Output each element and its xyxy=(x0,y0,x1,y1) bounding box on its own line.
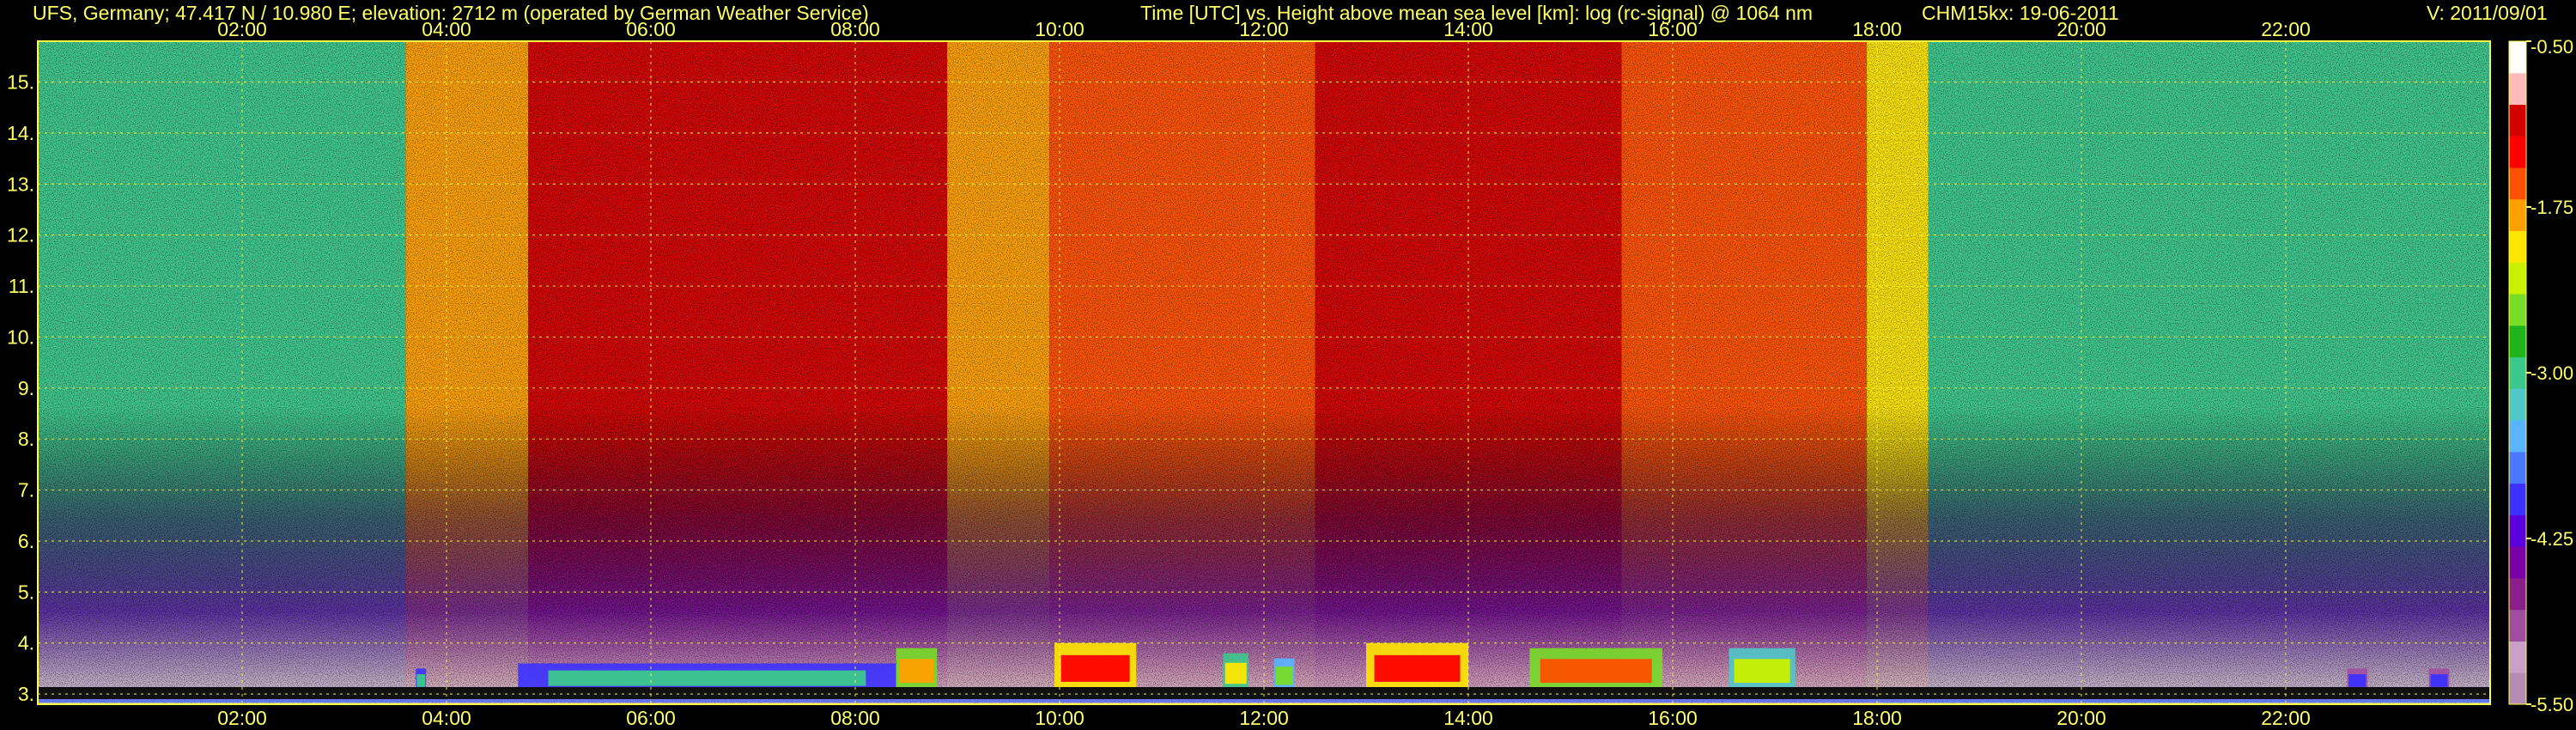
aerosol-layer-core xyxy=(1275,666,1293,685)
x-tick-label-bottom: 06:00 xyxy=(626,707,676,729)
colorbar-swatch xyxy=(2509,104,2526,137)
aerosol-layer-core xyxy=(2348,674,2366,687)
x-tick-label-bottom: 12:00 xyxy=(1239,707,1289,729)
y-tick-label: 14. xyxy=(7,122,34,144)
colorbar-swatch xyxy=(2509,420,2526,453)
x-tick-label-top: 04:00 xyxy=(422,18,471,40)
colorbar-swatch xyxy=(2509,167,2526,200)
aerosol-layer-core xyxy=(1734,659,1790,684)
y-tick-label: 11. xyxy=(9,275,34,297)
y-tick-label: 10. xyxy=(7,325,34,348)
y-tick-label: 15. xyxy=(7,71,34,94)
colorbar-swatch xyxy=(2509,294,2526,326)
x-tick-label-bottom: 18:00 xyxy=(1852,707,1902,729)
x-tick-label-top: 22:00 xyxy=(2261,18,2311,40)
colorbar-tick-label: -0.50 xyxy=(2530,36,2573,58)
colorbar-tick-label: -5.50 xyxy=(2530,694,2573,715)
x-tick-label-top: 18:00 xyxy=(1852,18,1902,40)
aerosol-layer-core xyxy=(1540,659,1652,684)
aerosol-layer-core xyxy=(899,659,934,684)
colorbar-swatch xyxy=(2509,672,2526,705)
x-tick-label-bottom: 22:00 xyxy=(2261,707,2311,729)
colorbar-swatch xyxy=(2509,136,2526,168)
ceilometer-chart: 02:00 02:00 04:00 04:00 06:00 06:00 08:00 08:00… xyxy=(7,18,2573,729)
x-tick-label-bottom: 08:00 xyxy=(830,707,880,729)
y-tick-label: 12. xyxy=(7,224,34,246)
y-tick-label: 6. xyxy=(18,530,34,552)
x-tick-label-top: 02:00 xyxy=(217,18,267,40)
colorbar-swatch xyxy=(2509,609,2526,642)
aerosol-layer-core xyxy=(416,674,426,687)
colorbar-tick-label: -4.25 xyxy=(2530,528,2573,550)
aerosol-layer-core xyxy=(1374,654,1461,682)
x-tick-label-top: 14:00 xyxy=(1443,18,1493,40)
colorbar-swatch xyxy=(2509,356,2526,389)
x-tick-label-bottom: 20:00 xyxy=(2057,707,2106,729)
aerosol-layer-core xyxy=(548,670,866,686)
aerosol-layer-core xyxy=(2430,674,2448,687)
y-tick-label: 9. xyxy=(18,377,34,399)
x-tick-label-top: 20:00 xyxy=(2057,18,2106,40)
colorbar-swatch xyxy=(2509,577,2526,611)
x-tick-label-top: 06:00 xyxy=(626,18,676,40)
y-tick-label: 7. xyxy=(18,479,34,502)
colorbar-swatch xyxy=(2509,514,2526,547)
x-tick-label-top: 10:00 xyxy=(1035,18,1084,40)
colorbar-swatch xyxy=(2509,451,2526,484)
x-tick-label-bottom: 10:00 xyxy=(1035,707,1084,729)
colorbar-swatch xyxy=(2509,72,2526,106)
colorbar-swatch xyxy=(2509,546,2526,579)
colorbar-swatch xyxy=(2509,483,2526,515)
aerosol-layer-core xyxy=(1060,654,1130,682)
colorbar-swatch xyxy=(2509,198,2526,232)
x-tick-label-bottom: 02:00 xyxy=(217,707,267,729)
colorbar-swatch xyxy=(2509,262,2526,295)
colorbar-swatch xyxy=(2509,388,2526,421)
x-tick-label-bottom: 16:00 xyxy=(1648,707,1698,729)
colorbar-swatch xyxy=(2509,230,2526,263)
x-tick-label-top: 12:00 xyxy=(1239,18,1289,40)
y-tick-label: 4. xyxy=(18,632,34,654)
y-tick-label: 3. xyxy=(18,683,34,705)
x-tick-label-top: 16:00 xyxy=(1648,18,1698,40)
x-tick-label-bottom: 14:00 xyxy=(1443,707,1493,729)
y-tick-label: 13. xyxy=(7,173,34,195)
colorbar-swatch xyxy=(2509,41,2526,74)
x-tick-label-top: 08:00 xyxy=(830,18,880,40)
y-tick-label: 8. xyxy=(18,428,34,450)
colorbar-swatch xyxy=(2509,325,2526,358)
colorbar-tick-label: -1.75 xyxy=(2530,197,2573,218)
colorbar-tick-label: -3.00 xyxy=(2530,362,2573,384)
x-tick-label-bottom: 04:00 xyxy=(422,707,471,729)
y-tick-label: 5. xyxy=(18,581,34,603)
aerosol-layer-core xyxy=(1224,662,1247,684)
colorbar-swatch xyxy=(2509,641,2526,673)
